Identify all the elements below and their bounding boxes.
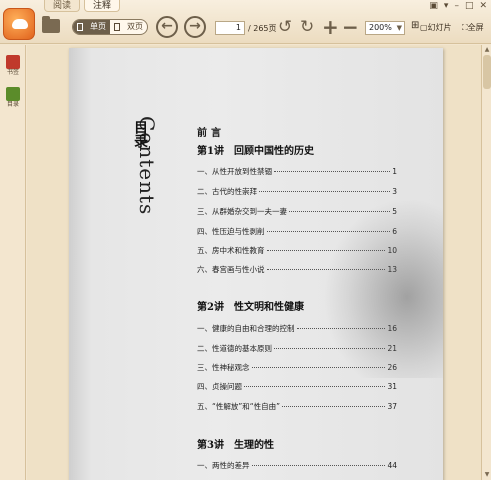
toc-entry: 四、贞操问题 31 xyxy=(197,382,397,391)
double-page-button[interactable]: 双页 xyxy=(110,20,147,34)
chevron-down-icon: ▼ xyxy=(396,24,402,32)
document-viewer[interactable]: Contents 目录 前言 第1讲 回顾中国性的历史 一、从性开放到性禁锢 1 … xyxy=(27,45,481,480)
window-controls: ▣ ▾ – □ ✕ xyxy=(429,1,487,11)
minimize-icon[interactable]: – xyxy=(454,1,459,11)
scroll-up-icon[interactable]: ▲ xyxy=(483,46,491,54)
single-page-button[interactable]: 单页 xyxy=(73,20,110,34)
toc-entry: 六、春宫画与性小说 13 xyxy=(197,265,397,274)
zoom-out-icon[interactable]: − xyxy=(342,17,359,37)
zoom-select[interactable]: 200% ▼ xyxy=(365,21,405,35)
scrollbar-thumb[interactable] xyxy=(483,55,491,89)
vertical-scrollbar[interactable]: ▲ ▼ xyxy=(481,45,491,480)
tab-read[interactable]: 阅读 xyxy=(44,0,81,12)
toc-chapter-title: 第3讲 生理的性 xyxy=(197,440,274,451)
toc-entry: 五、“性解放”和“性自由” 37 xyxy=(197,402,397,411)
toc-preface: 前言 xyxy=(197,128,225,139)
view-mode-switch: 单页 双页 xyxy=(72,19,148,35)
toc-chapter-title: 第2讲 性文明和性健康 xyxy=(197,302,304,313)
pdf-page: Contents 目录 前言 第1讲 回顾中国性的历史 一、从性开放到性禁锢 1 … xyxy=(69,48,443,480)
toolbar: 阅读 注释 单页 双页 ← → 1 / 265页 ↺ ↻ + − 200% ▼ ⊞… xyxy=(0,0,491,44)
next-page-button[interactable]: → xyxy=(184,16,206,38)
skin-icon[interactable]: ▣ xyxy=(429,1,438,11)
fullscreen-button[interactable]: ⛶全屏 xyxy=(462,22,484,33)
scroll-down-icon[interactable]: ▼ xyxy=(483,471,491,479)
toc-entry: 五、房中术和性教育 10 xyxy=(197,246,397,255)
toc-chapter-title: 第1讲 回顾中国性的历史 xyxy=(197,146,314,157)
menu-icon[interactable]: ▾ xyxy=(444,1,449,11)
tab-annotate[interactable]: 注释 xyxy=(84,0,121,12)
arrow-left-icon: ← xyxy=(161,18,173,34)
sidebar: 书签 目录 xyxy=(0,45,26,480)
fit-icon[interactable]: ⊞ xyxy=(411,20,419,31)
toc-entry: 二、古代的性崇拜 3 xyxy=(197,187,397,196)
toc-entry: 四、性压迫与性剥削 6 xyxy=(197,227,397,236)
slideshow-icon: ▢ xyxy=(420,23,428,32)
double-page-icon xyxy=(114,23,120,31)
bookmark-icon xyxy=(6,55,20,69)
mode-tabs: 阅读 注释 xyxy=(44,0,121,12)
zoom-in-icon[interactable]: + xyxy=(322,17,339,37)
sidebar-item-bookmarks[interactable]: 书签 xyxy=(3,55,23,77)
rotate-right-icon[interactable]: ↻ xyxy=(300,17,314,37)
page-total: / 265页 xyxy=(248,24,277,33)
toc-entry: 一、两性的差异 44 xyxy=(197,461,397,470)
rotate-left-icon[interactable]: ↺ xyxy=(278,17,292,37)
contents-heading-zh: 目录 xyxy=(132,120,148,148)
toc-entry: 三、从群婚杂交到一夫一妻 5 xyxy=(197,207,397,216)
maximize-icon[interactable]: □ xyxy=(465,1,474,11)
slideshow-button[interactable]: ▢幻灯片 xyxy=(420,22,452,33)
single-page-icon xyxy=(77,23,83,31)
prev-page-button[interactable]: ← xyxy=(156,16,178,38)
sidebar-item-toc[interactable]: 目录 xyxy=(3,87,23,109)
toc-icon xyxy=(6,87,20,101)
toc-entry: 一、从性开放到性禁锢 1 xyxy=(197,167,397,176)
app-logo xyxy=(3,8,35,40)
open-folder-icon[interactable] xyxy=(42,16,60,33)
close-icon[interactable]: ✕ xyxy=(479,1,487,11)
toc-entry: 二、性道德的基本原则 21 xyxy=(197,344,397,353)
toc-entry: 三、性神秘观念 26 xyxy=(197,363,397,372)
arrow-right-icon: → xyxy=(189,18,201,34)
page-number-input[interactable]: 1 xyxy=(215,21,245,35)
toc-entry: 一、健康的自由和合理的控制 16 xyxy=(197,324,397,333)
